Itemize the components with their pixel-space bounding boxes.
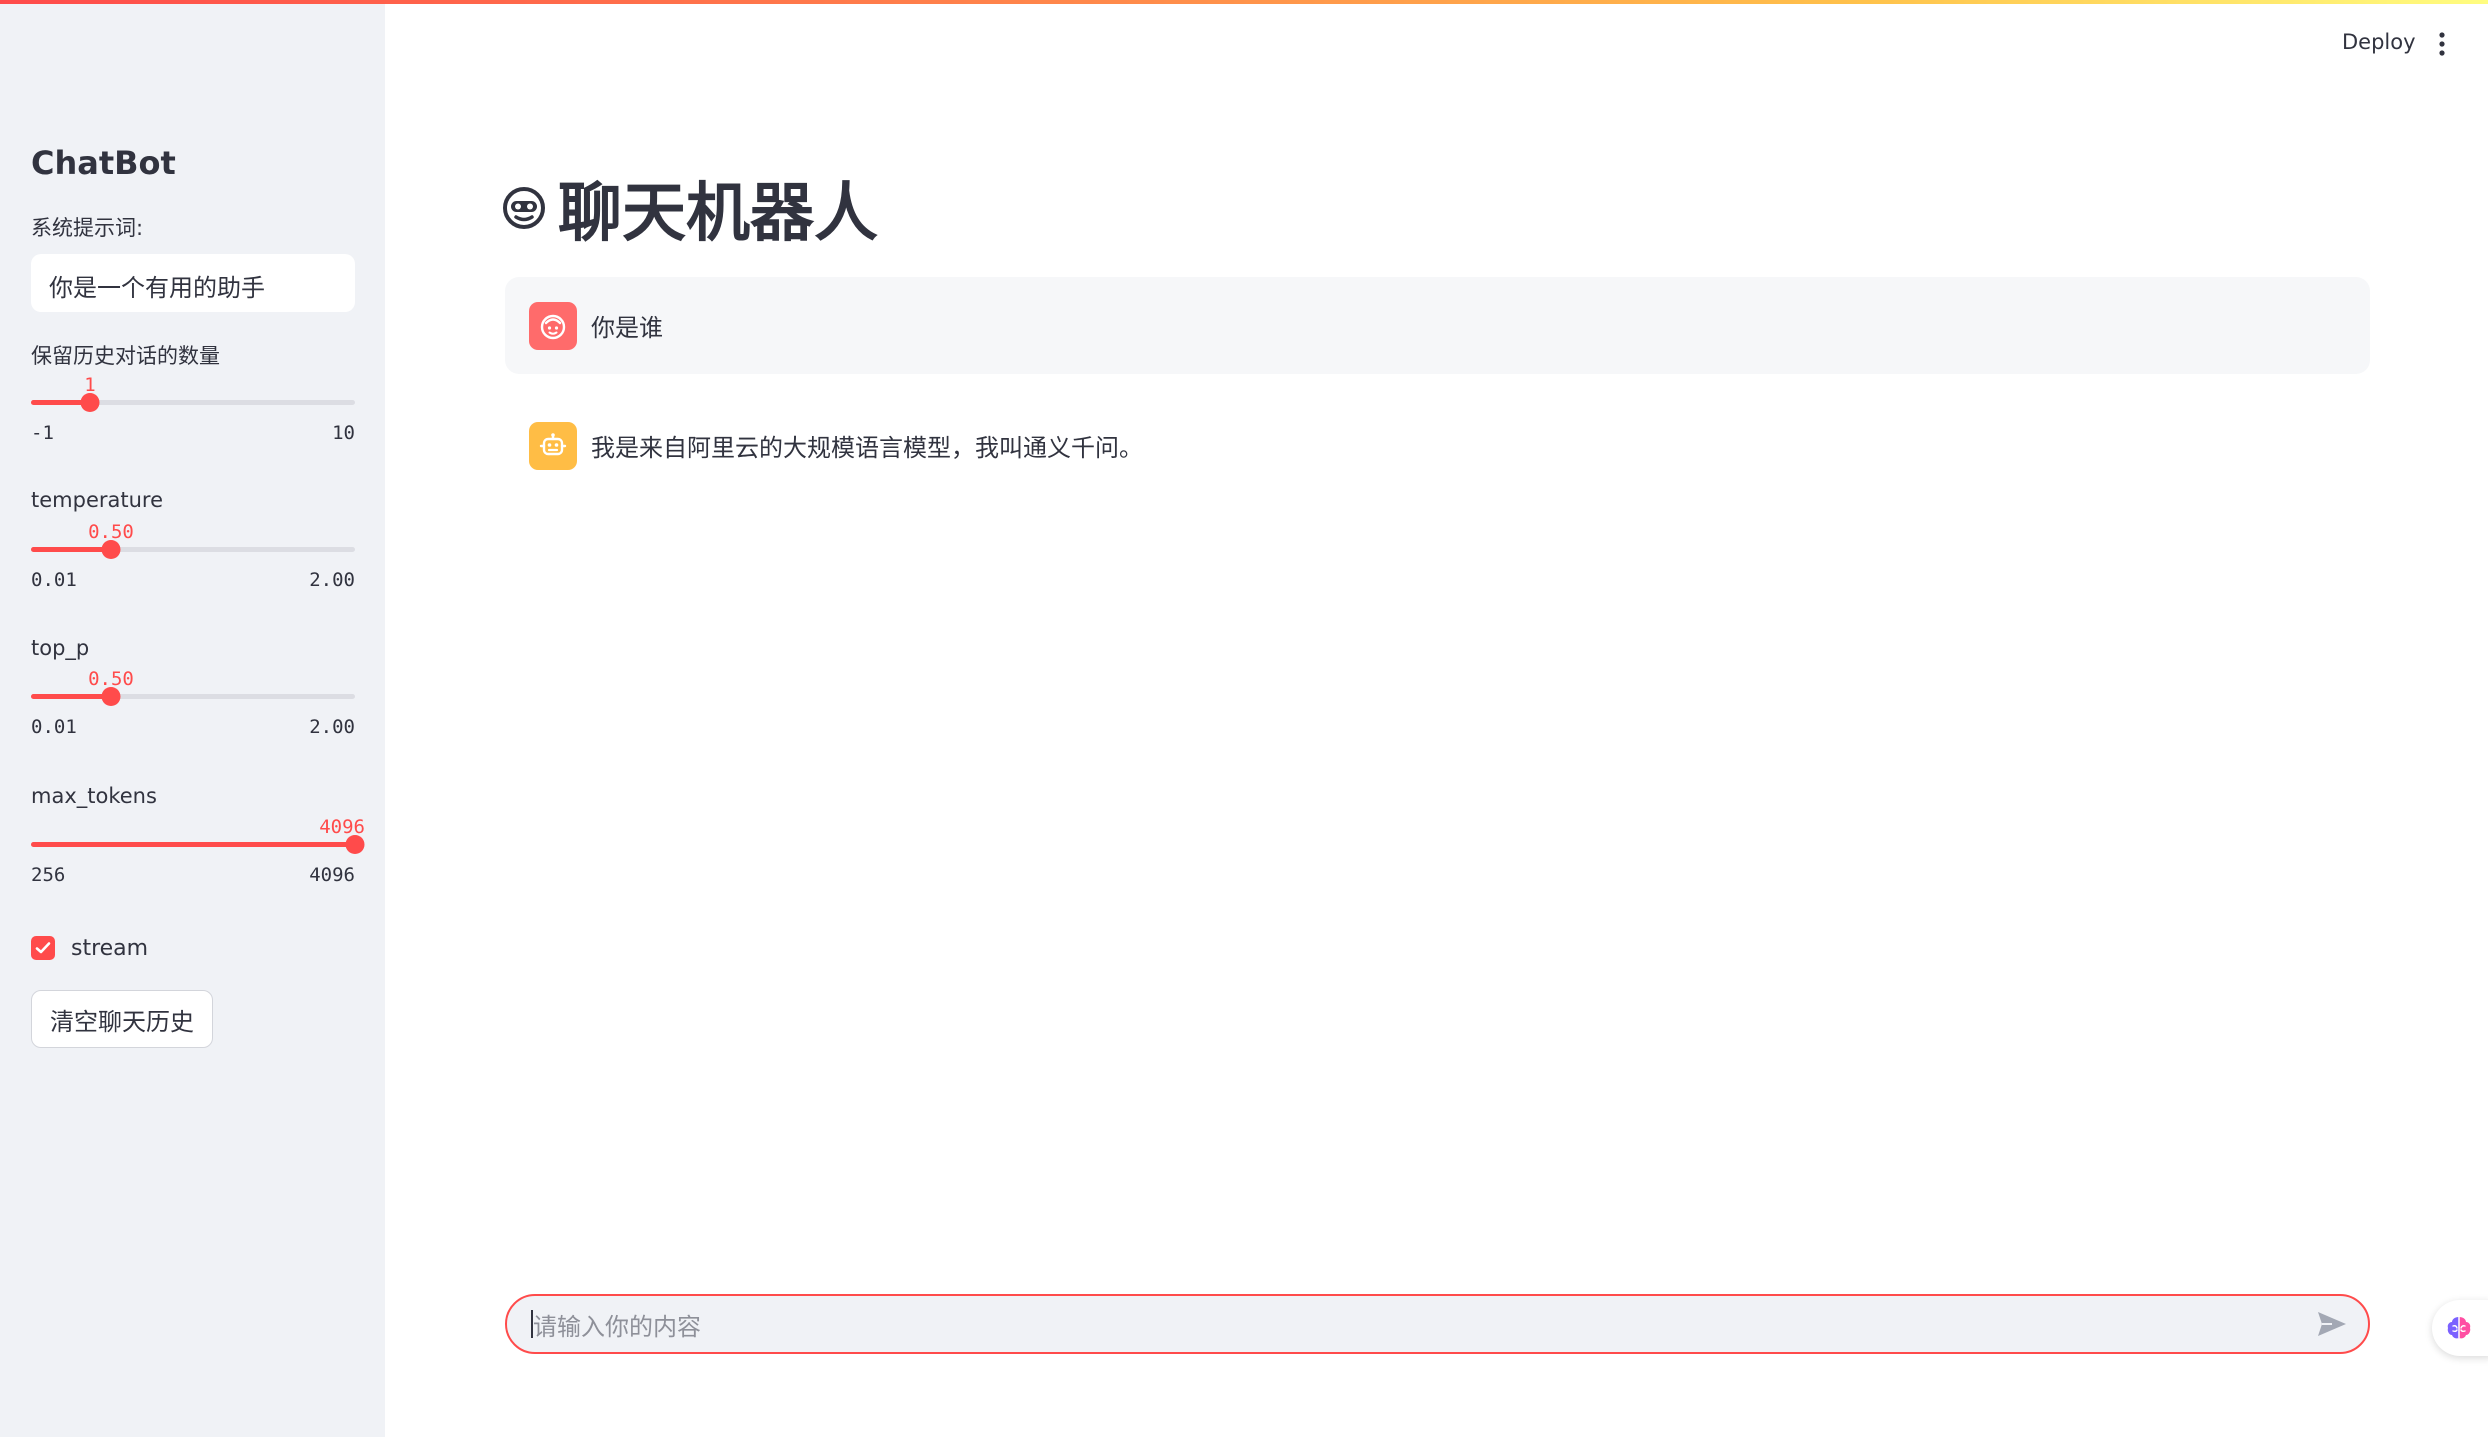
max-tokens-slider[interactable]: 4096 256 4096 [31, 816, 365, 886]
floating-assistant-button[interactable] [2432, 1300, 2488, 1356]
max-tokens-label: max_tokens [31, 784, 157, 808]
slider-fill [31, 547, 111, 552]
slider-max: 4096 [309, 864, 355, 886]
assistant-avatar [529, 421, 577, 470]
page-title-text: 聊天机器人 [558, 177, 878, 251]
top-p-slider[interactable]: 0.50 0.01 2.00 [31, 668, 355, 738]
slider-min: 0.01 [31, 569, 77, 591]
slider-max: 2.00 [309, 716, 355, 738]
system-prompt-input[interactable]: 你是一个有用的助手 [31, 254, 355, 312]
robot-icon [539, 432, 567, 455]
slider-thumb[interactable] [345, 835, 365, 854]
chat-input-placeholder: 请输入你的内容 [533, 1312, 701, 1341]
temperature-label: temperature [31, 488, 163, 512]
slider-thumb[interactable] [101, 687, 121, 706]
history-count-label: 保留历史对话的数量 [31, 344, 220, 368]
chat-message-assistant: 我是来自阿里云的大规模语言模型，我叫通义千问。 [505, 397, 2370, 494]
vertical-ellipsis-icon[interactable] [2436, 30, 2448, 58]
slider-max: 2.00 [309, 569, 355, 591]
chat-input[interactable]: 请输入你的内容 [505, 1294, 2370, 1354]
robot-face-icon [503, 187, 545, 229]
stream-label: stream [71, 935, 149, 961]
clear-history-button[interactable]: 清空聊天历史 [31, 990, 213, 1048]
slider-min: -1 [31, 422, 54, 444]
top-p-label: top_p [31, 636, 90, 660]
slider-min: 256 [31, 864, 66, 886]
send-icon[interactable] [2316, 1310, 2348, 1338]
top-decoration-bar [0, 0, 2488, 4]
slider-min: 0.01 [31, 716, 77, 738]
message-text: 你是谁 [591, 314, 663, 342]
temperature-slider[interactable]: 0.50 0.01 2.00 [31, 521, 355, 591]
history-count-slider[interactable]: 1 -1 10 [31, 374, 355, 444]
message-text: 我是来自阿里云的大规模语言模型，我叫通义千问。 [591, 434, 1143, 462]
slider-fill [31, 694, 111, 699]
slider-fill [31, 842, 355, 847]
page-title: 聊天机器人 [500, 168, 878, 251]
user-avatar [529, 301, 577, 350]
deploy-button[interactable]: Deploy [2342, 30, 2416, 54]
slider-max: 10 [332, 422, 355, 444]
sidebar-title: ChatBot [31, 144, 176, 182]
checkmark-icon [35, 942, 51, 954]
slider-thumb[interactable] [80, 393, 100, 412]
stream-checkbox[interactable] [31, 936, 55, 960]
user-face-icon [540, 314, 566, 339]
sidebar: ChatBot 系统提示词: 你是一个有用的助手 保留历史对话的数量 1 -1 … [0, 0, 385, 1437]
system-prompt-label: 系统提示词: [31, 216, 144, 240]
stream-checkbox-row[interactable]: stream [31, 934, 148, 962]
brain-icon [2447, 1317, 2471, 1339]
chat-message-user: 你是谁 [505, 277, 2370, 374]
slider-thumb[interactable] [101, 540, 121, 559]
